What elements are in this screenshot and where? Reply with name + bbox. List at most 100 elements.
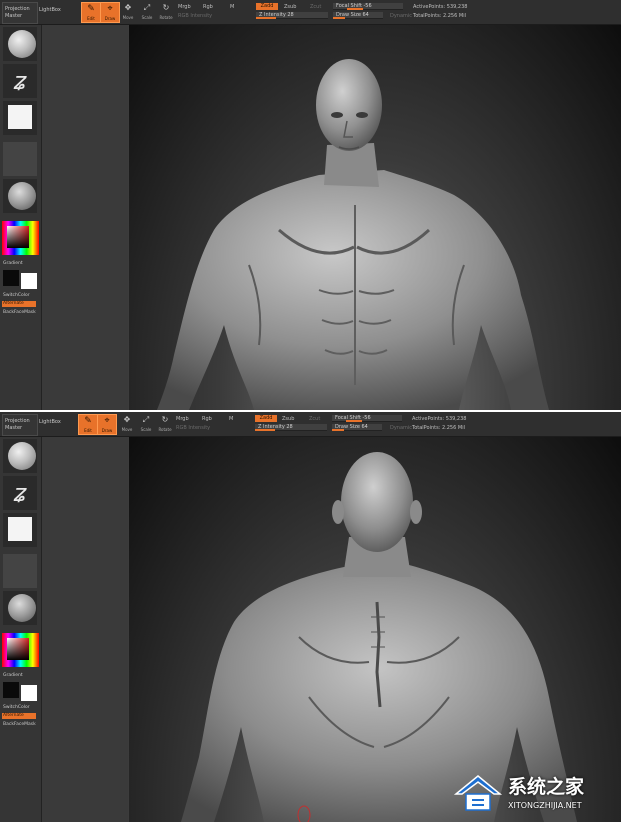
stroke-thumbnail[interactable]: ʑ bbox=[3, 476, 37, 510]
color-picker[interactable] bbox=[2, 633, 39, 667]
edit-button[interactable]: ✎ Edit bbox=[78, 414, 98, 435]
stroke-icon: ʑ bbox=[13, 67, 27, 95]
material-thumbnail[interactable] bbox=[3, 591, 37, 625]
brush-thumbnail[interactable] bbox=[3, 439, 37, 473]
left-shelf: ʑ Gradient SwitchColor Alternate BackFac… bbox=[0, 25, 42, 410]
zsub-button[interactable]: Zsub bbox=[282, 416, 294, 422]
draw-label: Draw bbox=[104, 16, 116, 21]
watermark-brand: 系统之家 bbox=[508, 776, 585, 798]
m-button[interactable]: M bbox=[229, 416, 233, 422]
secondary-color-swatch[interactable] bbox=[3, 270, 19, 286]
edit-icon: ✎ bbox=[84, 416, 92, 426]
draw-size-fill bbox=[332, 429, 344, 431]
mrgb-button[interactable]: Mrgb bbox=[178, 4, 191, 10]
zbrush-window-back: Projection Master LightBox ✎ Edit ⌖ Draw… bbox=[0, 412, 621, 822]
projection-master-label-2: Master bbox=[5, 13, 23, 19]
edit-label: Edit bbox=[87, 16, 95, 21]
main-color-swatch[interactable] bbox=[21, 685, 37, 701]
gradient-label: Gradient bbox=[3, 673, 23, 678]
backface-mask-button[interactable]: BackFaceMask bbox=[3, 722, 36, 728]
color-picker-square bbox=[7, 638, 29, 660]
projection-master-button[interactable]: Projection Master bbox=[2, 414, 38, 436]
mrgb-button[interactable]: Mrgb bbox=[176, 416, 189, 422]
backface-mask-button[interactable]: BackFaceMask bbox=[3, 310, 36, 316]
stroke-icon: ʑ bbox=[13, 479, 27, 507]
move-button[interactable]: ✥ Move bbox=[119, 2, 137, 21]
rgb-intensity-slider[interactable]: RGB Intensity bbox=[178, 13, 212, 19]
active-points-readout: ActivePoints: 539,238 bbox=[412, 416, 467, 422]
zadd-button[interactable]: Zadd bbox=[255, 415, 277, 422]
brush-sphere-icon bbox=[8, 30, 36, 58]
alpha-icon bbox=[8, 105, 32, 129]
material-thumbnail[interactable] bbox=[3, 179, 37, 213]
rotate-icon: ↻ bbox=[161, 415, 169, 424]
matcap-sphere-icon bbox=[8, 594, 36, 622]
move-button[interactable]: ✥ Move bbox=[118, 414, 136, 433]
projection-master-label-1: Projection bbox=[5, 418, 30, 424]
zcut-button[interactable]: Zcut bbox=[310, 4, 321, 10]
total-points-readout: TotalPoints: 2.256 Mil bbox=[413, 13, 466, 19]
scale-label: Scale bbox=[140, 427, 152, 432]
color-picker[interactable] bbox=[2, 221, 39, 255]
texture-thumbnail[interactable] bbox=[3, 554, 37, 588]
m-button[interactable]: M bbox=[230, 4, 234, 10]
color-picker-square bbox=[7, 226, 29, 248]
total-points-readout: TotalPoints: 2.256 Mil bbox=[412, 425, 465, 431]
top-toolbar: Projection Master LightBox ✎ Edit ⌖ Draw… bbox=[0, 0, 621, 25]
secondary-color-swatch[interactable] bbox=[3, 682, 19, 698]
z-intensity-slider[interactable]: Z Intensity 28 bbox=[255, 424, 327, 431]
alpha-thumbnail[interactable] bbox=[3, 513, 37, 547]
projection-master-button[interactable]: Projection Master bbox=[2, 2, 38, 24]
draw-icon: ⌖ bbox=[107, 4, 113, 14]
edit-label: Edit bbox=[84, 428, 92, 433]
zsub-button[interactable]: Zsub bbox=[284, 4, 296, 10]
rgb-button[interactable]: Rgb bbox=[203, 4, 213, 10]
back-torso-sculpt bbox=[181, 452, 577, 822]
draw-size-slider[interactable]: Draw Size 64 bbox=[333, 12, 383, 19]
main-color-swatch[interactable] bbox=[21, 273, 37, 289]
focal-shift-slider[interactable]: Focal Shift -56 bbox=[333, 3, 403, 10]
brush-thumbnail[interactable] bbox=[3, 27, 37, 61]
alpha-thumbnail[interactable] bbox=[3, 101, 37, 135]
left-shelf: ʑ Gradient SwitchColor Alternate BackFac… bbox=[0, 437, 42, 822]
alternate-button[interactable]: Alternate bbox=[2, 713, 36, 719]
edit-button[interactable]: ✎ Edit bbox=[81, 2, 101, 23]
lightbox-button[interactable]: LightBox bbox=[39, 7, 61, 13]
scale-button[interactable]: ⤢ Scale bbox=[137, 414, 155, 433]
focal-shift-slider[interactable]: Focal Shift -56 bbox=[332, 415, 402, 422]
draw-size-slider[interactable]: Draw Size 64 bbox=[332, 424, 382, 431]
watermark-logo-icon bbox=[453, 775, 503, 811]
projection-master-label-1: Projection bbox=[5, 6, 30, 12]
side-tray bbox=[42, 25, 128, 410]
projection-master-label-2: Master bbox=[5, 425, 23, 431]
dynamic-button[interactable]: Dynamic bbox=[390, 425, 412, 431]
matcap-sphere-icon bbox=[8, 182, 36, 210]
z-intensity-slider[interactable]: Z Intensity 28 bbox=[256, 12, 328, 19]
draw-icon: ⌖ bbox=[104, 416, 110, 426]
viewport-canvas[interactable] bbox=[129, 437, 621, 822]
draw-button[interactable]: ⌖ Draw bbox=[100, 2, 120, 23]
front-torso-sculpt bbox=[157, 59, 549, 410]
dynamic-button[interactable]: Dynamic bbox=[390, 13, 412, 19]
rotate-label: Rotate bbox=[159, 15, 173, 20]
rgb-intensity-slider[interactable]: RGB Intensity bbox=[176, 425, 210, 431]
texture-thumbnail[interactable] bbox=[3, 142, 37, 176]
lightbox-button[interactable]: LightBox bbox=[39, 419, 61, 425]
rotate-button[interactable]: ↻ Rotate bbox=[157, 2, 175, 21]
stroke-thumbnail[interactable]: ʑ bbox=[3, 64, 37, 98]
active-points-readout: ActivePoints: 539,238 bbox=[413, 4, 468, 10]
move-icon: ✥ bbox=[123, 415, 131, 424]
switch-color-button[interactable]: SwitchColor bbox=[3, 293, 30, 299]
rotate-button[interactable]: ↻ Rotate bbox=[156, 414, 174, 433]
switch-color-button[interactable]: SwitchColor bbox=[3, 705, 30, 711]
move-label: Move bbox=[121, 427, 133, 432]
zcut-button[interactable]: Zcut bbox=[309, 416, 320, 422]
scale-label: Scale bbox=[141, 15, 153, 20]
rgb-button[interactable]: Rgb bbox=[202, 416, 212, 422]
draw-button[interactable]: ⌖ Draw bbox=[97, 414, 117, 435]
viewport-canvas[interactable] bbox=[129, 25, 621, 410]
scale-button[interactable]: ⤢ Scale bbox=[138, 2, 156, 21]
top-toolbar: Projection Master LightBox ✎ Edit ⌖ Draw… bbox=[0, 412, 621, 437]
zadd-button[interactable]: Zadd bbox=[256, 3, 278, 10]
alternate-button[interactable]: Alternate bbox=[2, 301, 36, 307]
